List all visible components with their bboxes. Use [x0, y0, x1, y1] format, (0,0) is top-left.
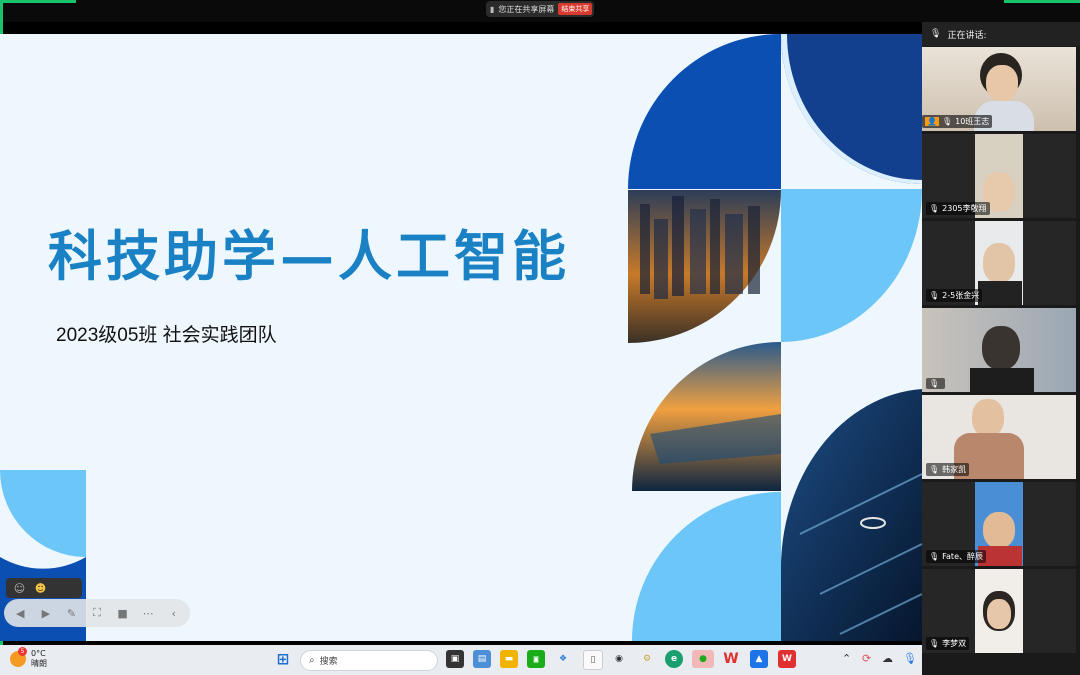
- folder-icon[interactable]: ▬: [500, 650, 518, 668]
- shape-light-quarter: [0, 470, 86, 557]
- mic-muted-icon: 🎙: [929, 291, 940, 300]
- collapse-icon[interactable]: ‹: [165, 605, 182, 622]
- slide-title: 科技助学—人工智能: [48, 224, 570, 288]
- onedrive-icon[interactable]: ☁: [882, 652, 893, 665]
- shape-blue-quarter: [628, 34, 781, 189]
- participant-tile[interactable]: 🎙 韩家凯: [922, 395, 1076, 479]
- weather-widget[interactable]: 5 0°C 晴朗: [10, 647, 47, 669]
- slide-control-bar: ◀ ▶ ✎ ⛶ ■ ⋯ ‹: [4, 599, 190, 627]
- weather-badge: 5: [18, 647, 27, 656]
- alienware-icon[interactable]: ◉: [610, 650, 628, 668]
- start-menu-icon[interactable]: ⊞: [274, 650, 292, 668]
- wechat-work-icon[interactable]: ◙: [527, 650, 545, 668]
- mic-muted-icon: 🎙: [929, 552, 940, 561]
- mic-muted-icon: 🎙: [929, 465, 940, 474]
- emoji-icon[interactable]: ☺: [11, 580, 28, 597]
- settings-icon[interactable]: ⚙: [638, 650, 656, 668]
- meeting-icon[interactable]: ▲: [750, 650, 768, 668]
- participant-tile[interactable]: 🎙 2-5张金兴: [922, 221, 1076, 305]
- taskbar-search[interactable]: ⌕ 搜索: [300, 650, 438, 671]
- participant-name: 李梦双: [942, 639, 967, 648]
- shape-light-bottom: [632, 492, 781, 641]
- share-border-top-left: [0, 0, 76, 3]
- wechat-icon[interactable]: ●: [692, 650, 714, 668]
- mic-icon: 🎙: [941, 117, 953, 126]
- screenshot-icon[interactable]: ⛶: [89, 605, 106, 622]
- sticker-icon[interactable]: ☻: [32, 580, 49, 597]
- weather-icon: 5: [10, 647, 27, 667]
- search-icon: ⌕: [309, 655, 315, 666]
- participant-name: 韩家凯: [942, 465, 967, 474]
- city-platform-image: [632, 342, 781, 491]
- speaking-indicator: 🎙 正在讲话:: [922, 22, 1080, 46]
- participant-name: 2-5张金兴: [942, 291, 980, 300]
- participant-tile[interactable]: 🎙 2305李敬翔: [922, 134, 1076, 218]
- stop-share-button[interactable]: 结束共享: [558, 3, 593, 15]
- task-view-icon[interactable]: ▣: [446, 650, 464, 668]
- more-icon[interactable]: ⋯: [140, 605, 157, 622]
- participant-tile[interactable]: 🎙 Fate、醉辰: [922, 482, 1076, 566]
- participant-name: Fate、醉辰: [942, 552, 983, 561]
- previous-icon[interactable]: ◀: [12, 605, 29, 622]
- mic-muted-icon: 🎙: [929, 639, 940, 648]
- participant-tile[interactable]: 🎙 李梦双: [922, 569, 1076, 653]
- participant-tile[interactable]: 🎙: [922, 308, 1076, 392]
- participant-tile[interactable]: 👤 🎙 10班王志: [922, 47, 1076, 131]
- presentation-slide: 科技助学—人工智能 2023级05班 社会实践团队: [0, 34, 922, 641]
- tray-chevron-icon[interactable]: ⌃: [842, 652, 851, 665]
- vpn-icon[interactable]: ❖: [554, 650, 572, 668]
- tray-app-icon[interactable]: ⟳: [862, 652, 871, 665]
- reaction-bar: ☺ ☻: [6, 578, 82, 598]
- share-border-top-right: [1004, 0, 1080, 3]
- participant-name: 10班王志: [955, 117, 990, 126]
- tray-mic-icon[interactable]: 🎙: [903, 652, 917, 665]
- document-icon[interactable]: ▯: [583, 650, 603, 670]
- weather-condition: 晴朗: [31, 659, 47, 668]
- camera-icon[interactable]: ■: [114, 605, 131, 622]
- weather-temp: 0°C: [31, 649, 46, 658]
- participant-name: 2305李敬翔: [942, 204, 987, 213]
- signal-icon: ▮: [490, 4, 495, 14]
- share-status-text: 您正在共享屏幕: [498, 4, 555, 14]
- speaking-label: 正在讲话:: [947, 30, 987, 41]
- next-icon[interactable]: ▶: [38, 605, 55, 622]
- search-placeholder: 搜索: [319, 657, 338, 667]
- file-explorer-icon[interactable]: ▤: [473, 650, 491, 668]
- edge-icon[interactable]: e: [665, 650, 683, 668]
- mic-muted-icon: 🎙: [929, 379, 940, 388]
- shape-light-disk: [781, 189, 922, 342]
- microphone-icon: 🎙: [930, 29, 942, 39]
- wps-icon[interactable]: W: [722, 650, 740, 668]
- screen-share-indicator: ▮ 您正在共享屏幕 结束共享: [486, 1, 594, 17]
- mic-muted-icon: 🎙: [929, 204, 940, 213]
- wps-office-icon[interactable]: W: [778, 650, 796, 668]
- slide-subtitle: 2023级05班 社会实践团队: [56, 325, 277, 346]
- tech-surface-image: [780, 389, 922, 641]
- pen-icon[interactable]: ✎: [63, 605, 80, 622]
